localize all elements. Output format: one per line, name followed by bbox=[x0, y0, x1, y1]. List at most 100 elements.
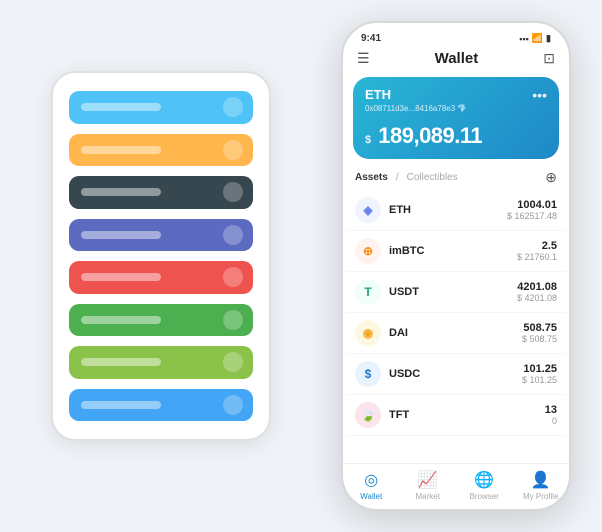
header-title: Wallet bbox=[435, 50, 479, 67]
card-row-icon bbox=[223, 352, 243, 372]
usdc-usd: $ 101.25 bbox=[522, 375, 557, 385]
wallet-address-icon: 💎 bbox=[457, 104, 467, 113]
card-row-label bbox=[81, 273, 161, 281]
assets-tab-divider: / bbox=[396, 172, 399, 183]
card-row-label bbox=[81, 146, 161, 154]
usdc-name: USDC bbox=[389, 368, 522, 380]
dai-values: 508.75$ 508.75 bbox=[522, 322, 557, 344]
card-row-icon bbox=[223, 225, 243, 245]
assets-tabs: Assets / Collectibles bbox=[355, 172, 458, 183]
eth-values: 1004.01$ 162517.48 bbox=[507, 199, 557, 221]
signal-icon: ▪▪▪ bbox=[519, 34, 529, 44]
imbtc-usd: $ 21760.1 bbox=[517, 252, 557, 262]
phone-header: ☰ Wallet ⊡ bbox=[343, 48, 569, 73]
wallet-card-top: ETH 0x08711d3e...8416a78e3 💎 ••• bbox=[365, 87, 547, 113]
usdc-values: 101.25$ 101.25 bbox=[522, 363, 557, 385]
status-icons: ▪▪▪ 📶 ▮ bbox=[519, 33, 551, 44]
eth-icon: ◈ bbox=[355, 197, 381, 223]
nav-item-wallet[interactable]: ◎ Wallet bbox=[343, 470, 400, 501]
nav-item-profile[interactable]: 👤 My Profile bbox=[513, 470, 570, 501]
imbtc-icon: ⊕ bbox=[355, 238, 381, 264]
nav-browser-icon: 🌐 bbox=[474, 470, 494, 490]
usdt-amount: 4201.08 bbox=[517, 281, 557, 293]
imbtc-values: 2.5$ 21760.1 bbox=[517, 240, 557, 262]
usdc-amount: 101.25 bbox=[522, 363, 557, 375]
eth-amount: 1004.01 bbox=[507, 199, 557, 211]
asset-item-dai[interactable]: ◉ DAI508.75$ 508.75 bbox=[347, 313, 565, 354]
dai-usd: $ 508.75 bbox=[522, 334, 557, 344]
wallet-amount-value: 189,089.11 bbox=[378, 123, 482, 148]
phone-front: 9:41 ▪▪▪ 📶 ▮ ☰ Wallet ⊡ ETH 0x08711d3e..… bbox=[341, 21, 571, 511]
card-row-card-red[interactable] bbox=[69, 261, 253, 294]
asset-list: ◈ ETH1004.01$ 162517.48 ⊕ imBTC2.5$ 21760.1… bbox=[343, 190, 569, 463]
dai-name: DAI bbox=[389, 327, 522, 339]
scene: 9:41 ▪▪▪ 📶 ▮ ☰ Wallet ⊡ ETH 0x08711d3e..… bbox=[21, 21, 581, 511]
menu-icon[interactable]: ☰ bbox=[357, 50, 370, 67]
usdt-name: USDT bbox=[389, 286, 517, 298]
usdc-icon: $ bbox=[355, 361, 381, 387]
imbtc-name: imBTC bbox=[389, 245, 517, 257]
wallet-card[interactable]: ETH 0x08711d3e...8416a78e3 💎 ••• $ 189,0… bbox=[353, 77, 559, 159]
assets-tab-active[interactable]: Assets bbox=[355, 172, 388, 183]
usdt-icon: T bbox=[355, 279, 381, 305]
card-row-card-steel-blue[interactable] bbox=[69, 389, 253, 422]
card-row-icon bbox=[223, 182, 243, 202]
wallet-currency: $ bbox=[365, 134, 371, 146]
tft-icon: 🍃 bbox=[355, 402, 381, 428]
card-row-card-dark[interactable] bbox=[69, 176, 253, 209]
card-row-label bbox=[81, 188, 161, 196]
tft-amount: 13 bbox=[545, 404, 557, 416]
usdt-usd: $ 4201.08 bbox=[517, 293, 557, 303]
asset-item-usdt[interactable]: T USDT4201.08$ 4201.08 bbox=[347, 272, 565, 313]
nav-browser-label: Browser bbox=[470, 492, 499, 501]
wallet-dots[interactable]: ••• bbox=[532, 87, 547, 103]
battery-icon: ▮ bbox=[546, 33, 551, 44]
card-row-card-blue[interactable] bbox=[69, 91, 253, 124]
card-row-card-light-green[interactable] bbox=[69, 346, 253, 379]
nav-item-market[interactable]: 📈 Market bbox=[400, 470, 457, 501]
asset-item-eth[interactable]: ◈ ETH1004.01$ 162517.48 bbox=[347, 190, 565, 231]
phone-back bbox=[51, 71, 271, 441]
assets-tab-collectibles[interactable]: Collectibles bbox=[407, 172, 458, 183]
card-row-card-purple[interactable] bbox=[69, 219, 253, 252]
card-row-icon bbox=[223, 395, 243, 415]
time-label: 9:41 bbox=[361, 33, 381, 44]
assets-add-icon[interactable]: ⊕ bbox=[545, 169, 557, 186]
tft-values: 130 bbox=[545, 404, 557, 426]
card-row-icon bbox=[223, 267, 243, 287]
status-bar: 9:41 ▪▪▪ 📶 ▮ bbox=[343, 23, 569, 48]
eth-usd: $ 162517.48 bbox=[507, 211, 557, 221]
card-row-icon bbox=[223, 310, 243, 330]
asset-item-imbtc[interactable]: ⊕ imBTC2.5$ 21760.1 bbox=[347, 231, 565, 272]
dai-icon: ◉ bbox=[355, 320, 381, 346]
card-row-card-orange[interactable] bbox=[69, 134, 253, 167]
eth-name: ETH bbox=[389, 204, 507, 216]
scan-icon[interactable]: ⊡ bbox=[543, 50, 555, 67]
nav-market-label: Market bbox=[416, 492, 440, 501]
card-row-icon bbox=[223, 97, 243, 117]
wifi-icon: 📶 bbox=[532, 33, 543, 44]
wallet-address: 0x08711d3e...8416a78e3 💎 bbox=[365, 104, 467, 113]
nav-market-icon: 📈 bbox=[418, 470, 438, 490]
nav-profile-label: My Profile bbox=[523, 492, 559, 501]
card-row-icon bbox=[223, 140, 243, 160]
usdt-values: 4201.08$ 4201.08 bbox=[517, 281, 557, 303]
nav-item-browser[interactable]: 🌐 Browser bbox=[456, 470, 513, 501]
wallet-amount: $ 189,089.11 bbox=[365, 123, 547, 149]
nav-wallet-icon: ◎ bbox=[364, 470, 378, 490]
card-row-label bbox=[81, 401, 161, 409]
card-row-label bbox=[81, 358, 161, 366]
nav-profile-icon: 👤 bbox=[531, 470, 551, 490]
tft-name: TFT bbox=[389, 409, 545, 421]
card-row-card-green[interactable] bbox=[69, 304, 253, 337]
imbtc-amount: 2.5 bbox=[517, 240, 557, 252]
card-row-label bbox=[81, 231, 161, 239]
tft-usd: 0 bbox=[545, 416, 557, 426]
nav-wallet-label: Wallet bbox=[360, 492, 382, 501]
dai-amount: 508.75 bbox=[522, 322, 557, 334]
asset-item-usdc[interactable]: $ USDC101.25$ 101.25 bbox=[347, 354, 565, 395]
bottom-nav: ◎ Wallet 📈 Market 🌐 Browser 👤 My Profile bbox=[343, 463, 569, 509]
assets-header: Assets / Collectibles ⊕ bbox=[343, 167, 569, 190]
card-row-label bbox=[81, 103, 161, 111]
asset-item-tft[interactable]: 🍃 TFT130 bbox=[347, 395, 565, 436]
